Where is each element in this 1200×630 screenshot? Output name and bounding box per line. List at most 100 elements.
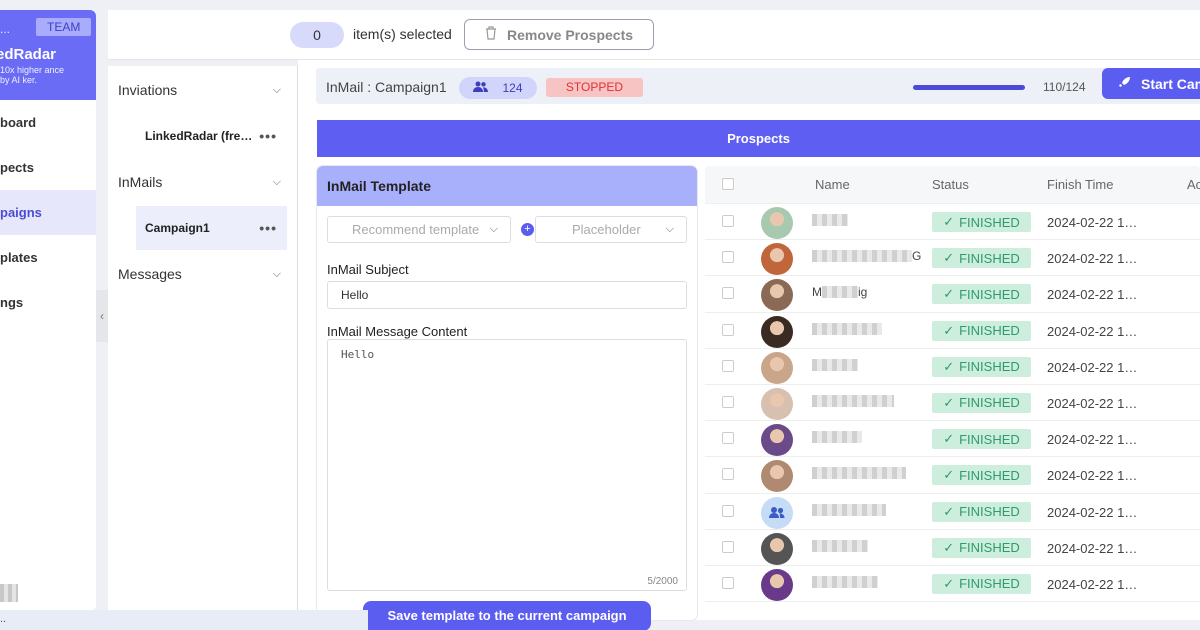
table-row[interactable]: ✓ FINISHED 2024-02-22 1… (705, 494, 1200, 530)
start-campaign-button[interactable]: Start Campaign (1102, 68, 1200, 99)
selected-count-badge: 0 (290, 22, 344, 48)
campaign-title: InMail : Campaign1 (326, 79, 447, 95)
prospect-name[interactable] (812, 539, 868, 553)
panel-campaign-item[interactable]: Campaign1 ••• (136, 206, 287, 250)
blurred-name (812, 539, 868, 552)
collapse-sidebar-button[interactable]: ‹ (96, 290, 108, 342)
row-checkbox[interactable] (722, 540, 734, 553)
prospect-name[interactable] (812, 358, 858, 372)
add-placeholder-icon[interactable]: + (521, 223, 534, 236)
prospect-name[interactable]: G (812, 249, 921, 263)
trash-icon (485, 26, 497, 43)
prospect-name-suffix: ig (858, 285, 868, 300)
row-checkbox[interactable] (722, 215, 734, 227)
start-campaign-label: Start Campaign (1141, 75, 1200, 92)
subject-label: InMail Subject (327, 262, 409, 277)
message-content-textarea[interactable]: Hello 5/2000 (327, 339, 687, 591)
blurred-name (812, 467, 906, 480)
prospect-name-suffix: G (912, 249, 922, 264)
blurred-name (812, 503, 886, 516)
sidebar-item-4[interactable]: ngs (0, 280, 96, 325)
status-label: FINISHED (959, 467, 1020, 483)
row-checkbox[interactable] (722, 251, 734, 264)
finish-time: 2024-02-22 1… (1047, 468, 1138, 484)
campaign-progress-text: 110/124 (1043, 80, 1086, 94)
column-status[interactable]: Status (932, 177, 969, 192)
status-badge: ✓ FINISHED (932, 284, 1031, 305)
status-badge: ✓ FINISHED (932, 429, 1031, 450)
table-body: ✓ FINISHED 2024-02-22 1… G ✓ FINISHED 2024-02-… (705, 204, 1200, 603)
user-avatar[interactable] (0, 584, 18, 602)
prospects-tab-header[interactable]: Prospects (317, 120, 1200, 157)
remove-prospects-button[interactable]: Remove Prospects (464, 19, 654, 50)
blurred-name (812, 358, 858, 371)
more-options-icon[interactable]: ••• (259, 128, 277, 144)
template-card-title: InMail Template (317, 166, 697, 206)
workspace-name[interactable]: ... (0, 22, 10, 36)
prospect-name[interactable] (812, 322, 882, 336)
check-icon: ✓ (943, 250, 955, 266)
row-checkbox[interactable] (722, 504, 734, 517)
row-checkbox[interactable] (722, 576, 734, 589)
finish-time: 2024-02-22 1… (1047, 287, 1138, 303)
users-icon (769, 506, 785, 518)
table-row[interactable]: Mig ✓ FINISHED 2024-02-22 1… (705, 276, 1200, 313)
panel-group-header[interactable]: Messages ⌵ (108, 250, 297, 298)
row-checkbox[interactable] (722, 287, 734, 300)
column-finish-time[interactable]: Finish Time (1047, 177, 1113, 192)
column-name[interactable]: Name (815, 177, 850, 192)
row-checkbox[interactable] (722, 359, 734, 372)
prospect-name[interactable] (812, 430, 862, 444)
row-checkbox[interactable] (722, 395, 734, 408)
prospect-name[interactable] (812, 503, 886, 517)
check-icon: ✓ (943, 214, 955, 229)
status-badge: ✓ FINISHED (932, 320, 1031, 341)
sidebar-item-0[interactable]: board (0, 100, 96, 145)
table-row[interactable]: ✓ FINISHED 2024-02-22 1… (705, 457, 1200, 494)
subject-input[interactable]: Hello (327, 281, 687, 309)
column-actions[interactable]: Ac (1187, 177, 1200, 192)
panel-campaign-label: Campaign1 (145, 221, 210, 235)
prospect-name[interactable] (812, 575, 878, 589)
status-badge: ✓ FINISHED (932, 573, 1031, 594)
panel-campaign-item[interactable]: LinkedRadar (fre… ••• (136, 114, 287, 158)
main-content: InMail : Campaign1 124 STOPPED 110/124 S… (298, 60, 1200, 630)
sidebar-item-2[interactable]: paigns (0, 190, 96, 235)
brand-name: edRadar (0, 46, 57, 63)
row-checkbox[interactable] (722, 432, 734, 445)
sidebar-item-1[interactable]: pects (0, 145, 96, 190)
status-label: FINISHED (959, 504, 1020, 519)
status-badge: ✓ FINISHED (932, 537, 1031, 558)
table-row[interactable]: ✓ FINISHED 2024-02-22 1… (705, 421, 1200, 458)
check-icon: ✓ (943, 467, 955, 483)
select-all-checkbox[interactable] (722, 178, 734, 190)
table-row[interactable]: ✓ FINISHED 2024-02-22 1… (705, 385, 1200, 422)
sidebar-item-3[interactable]: plates (0, 235, 96, 280)
table-row[interactable]: ✓ FINISHED 2024-02-22 1… (705, 313, 1200, 349)
table-row[interactable]: ✓ FINISHED 2024-02-22 1… (705, 530, 1200, 566)
prospect-name[interactable] (812, 466, 906, 480)
row-checkbox[interactable] (722, 323, 734, 336)
avatar (761, 532, 793, 565)
recommend-template-select[interactable]: Recommend template ⌵ (327, 216, 511, 243)
panel-group-header[interactable]: Inviations ⌵ (108, 66, 297, 114)
status-label: FINISHED (959, 323, 1020, 339)
panel-group-header[interactable]: InMails ⌵ (108, 158, 297, 206)
prospect-name[interactable]: Mig (812, 285, 867, 299)
more-options-icon[interactable]: ••• (259, 220, 277, 236)
table-row[interactable]: ✓ FINISHED 2024-02-22 1… (705, 204, 1200, 241)
finish-time: 2024-02-22 1… (1047, 359, 1138, 375)
table-row[interactable]: ✓ FINISHED 2024-02-22 1… (705, 349, 1200, 385)
prospect-name[interactable] (812, 213, 848, 227)
placeholder-select[interactable]: Placeholder ⌵ (535, 216, 687, 243)
status-label: FINISHED (959, 214, 1020, 230)
sidebar-item-label: board (0, 115, 37, 130)
status-badge: ✓ FINISHED (932, 465, 1031, 486)
status-badge: ✓ FINISHED (932, 356, 1031, 377)
table-row[interactable]: ✓ FINISHED 2024-02-22 1… (705, 566, 1200, 603)
row-checkbox[interactable] (722, 468, 734, 481)
placeholder-select-label: Placeholder (572, 222, 641, 237)
prospect-name[interactable] (812, 394, 894, 408)
table-row[interactable]: G ✓ FINISHED 2024-02-22 1… (705, 240, 1200, 277)
save-template-button[interactable]: Save template to the current campaign (363, 601, 651, 630)
